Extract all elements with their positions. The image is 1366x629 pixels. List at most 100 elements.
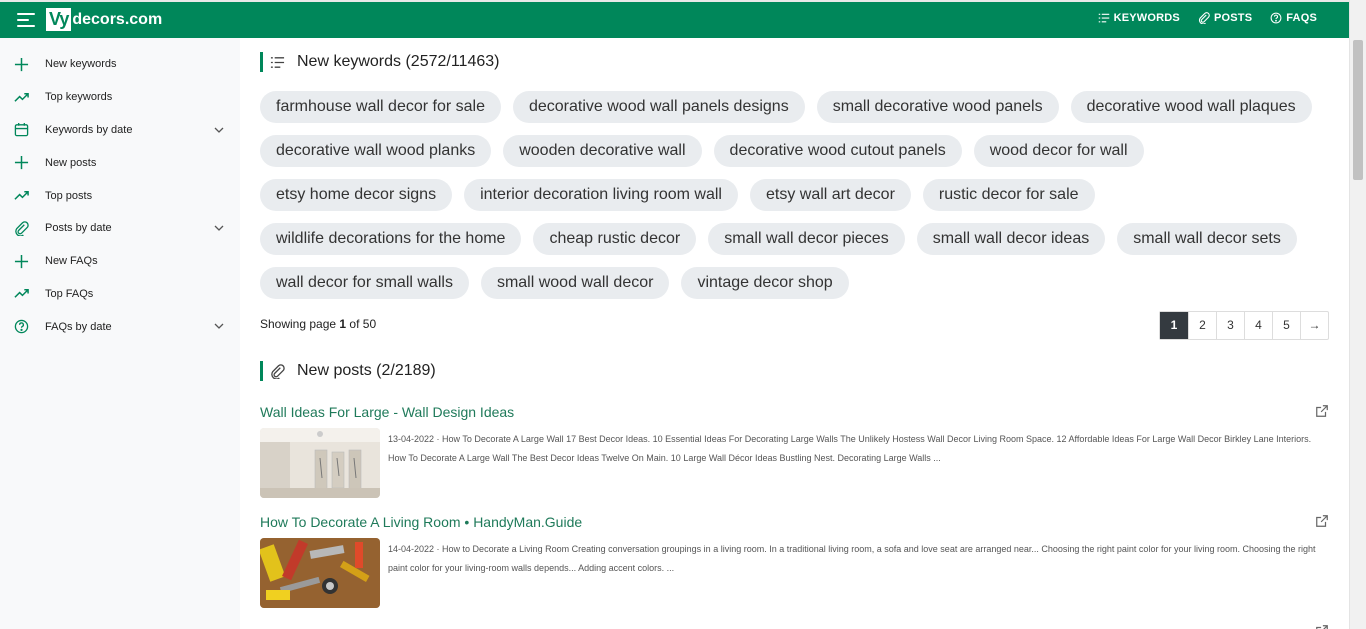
sidebar-item-label: Top FAQs (45, 287, 94, 300)
keyword-chip[interactable]: wall decor for small walls (260, 267, 469, 299)
sidebar-item-label: Posts by date (45, 222, 112, 235)
page-button-5[interactable]: 5 (1272, 312, 1300, 339)
nav-faqs-link[interactable]: FAQS (1270, 12, 1317, 24)
question-circle-icon (1270, 12, 1282, 24)
sidebar-item-top-posts[interactable]: Top posts (0, 179, 240, 212)
top-nav-links: KEYWORDS POSTS FAQS (1098, 12, 1317, 24)
post-excerpt-text: How to Decorate a Living Room Creating c… (388, 544, 1316, 573)
keyword-chip[interactable]: wooden decorative wall (503, 135, 702, 167)
post-title-link[interactable]: Wall Ideas For Large - Wall Design Ideas (260, 404, 1329, 420)
trending-up-icon (13, 89, 29, 105)
section-accent-bar (260, 361, 263, 381)
keyword-chip[interactable]: decorative wood wall panels designs (512, 91, 805, 123)
paperclip-icon (1198, 12, 1210, 24)
pagination-status: Showing page 1 of 50 (260, 317, 376, 331)
nav-posts-link[interactable]: POSTS (1198, 12, 1252, 24)
scrollbar-thumb[interactable] (1353, 40, 1363, 180)
keyword-chip[interactable]: decorative wall wood planks (260, 135, 492, 167)
external-link-icon[interactable] (1315, 624, 1329, 629)
keyword-chip[interactable]: wildlife decorations for the home (260, 223, 522, 255)
post-item: Wall Ideas For Large - Wall Design Ideas… (260, 404, 1329, 498)
plus-icon (13, 253, 29, 269)
post-excerpt: 13-04-2022 · How To Decorate A Large Wal… (388, 434, 1312, 463)
sidebar-item-label: New posts (45, 156, 97, 169)
main-content: New keywords (2572/11463) farmhouse wall… (240, 38, 1349, 629)
list-icon (270, 56, 285, 68)
sidebar-item-new-posts[interactable]: New posts (0, 146, 240, 179)
site-logo[interactable]: Vy decors.com (46, 8, 162, 31)
keyword-chip[interactable]: small wall decor sets (1117, 223, 1297, 255)
sidebar-item-posts-by-date[interactable]: Posts by date (0, 212, 240, 245)
post-excerpt-text: How To Decorate A Large Wall 17 Best Dec… (388, 434, 1312, 463)
chevron-down-icon[interactable] (214, 321, 224, 331)
posts-section-header: New posts (2/2189) (260, 361, 436, 381)
sidebar-item-top-faqs[interactable]: Top FAQs (0, 278, 240, 311)
section-accent-bar (260, 52, 263, 72)
post-item-partial (260, 624, 1329, 629)
paperclip-icon (13, 220, 29, 236)
chevron-down-icon[interactable] (214, 223, 224, 233)
keyword-chip[interactable]: etsy wall art decor (749, 179, 911, 211)
next-page-button[interactable]: → (1300, 312, 1328, 339)
keyword-chips: farmhouse wall decor for sale decorative… (260, 91, 1340, 299)
question-circle-icon (13, 319, 29, 335)
keywords-section-header: New keywords (2572/11463) (260, 52, 499, 72)
menu-icon[interactable] (17, 13, 35, 27)
nav-keywords-link[interactable]: KEYWORDS (1098, 12, 1180, 24)
keywords-section-title: New keywords (2572/11463) (297, 53, 500, 70)
keyword-chip[interactable]: vintage decor shop (681, 267, 849, 299)
page-button-4[interactable]: 4 (1244, 312, 1272, 339)
keyword-chip[interactable]: interior decoration living room wall (464, 179, 738, 211)
logo-text: decors.com (72, 10, 163, 28)
posts-section-title: New posts (2/2189) (297, 362, 436, 379)
keyword-chip[interactable]: decorative wood wall plaques (1070, 91, 1312, 123)
logo-mark: Vy (46, 8, 72, 31)
keyword-chip[interactable]: decorative wood cutout panels (713, 135, 962, 167)
sidebar-item-label: Top keywords (45, 91, 113, 104)
post-item: How To Decorate A Living Room • HandyMan… (260, 514, 1329, 608)
sidebar-item-new-faqs[interactable]: New FAQs (0, 245, 240, 278)
keyword-chip[interactable]: small wood wall decor (480, 267, 670, 299)
sidebar-item-new-keywords[interactable]: New keywords (0, 48, 240, 81)
keyword-chip[interactable]: small wall decor ideas (916, 223, 1106, 255)
post-date: 13-04-2022 (388, 434, 435, 444)
post-thumbnail[interactable] (260, 538, 380, 608)
calendar-icon (13, 122, 29, 138)
keyword-chip[interactable]: cheap rustic decor (533, 223, 697, 255)
keyword-chip[interactable]: farmhouse wall decor for sale (260, 91, 501, 123)
sidebar-item-label: Top posts (45, 189, 93, 202)
sidebar-item-label: Keywords by date (45, 123, 133, 136)
keyword-chip[interactable]: rustic decor for sale (922, 179, 1095, 211)
page-button-1[interactable]: 1 (1160, 312, 1188, 339)
sidebar-item-top-keywords[interactable]: Top keywords (0, 81, 240, 114)
external-link-icon[interactable] (1315, 404, 1329, 418)
paperclip-icon (271, 363, 285, 379)
sidebar-item-label: FAQs by date (45, 320, 112, 333)
plus-icon (13, 56, 29, 72)
nav-faqs-label: FAQS (1286, 12, 1317, 24)
showing-suffix: of 50 (346, 317, 377, 331)
top-navbar: Vy decors.com KEYWORDS POSTS FAQS (0, 0, 1349, 38)
sidebar-item-label: New FAQs (45, 255, 98, 268)
showing-prefix: Showing page (260, 317, 340, 331)
page-button-2[interactable]: 2 (1188, 312, 1216, 339)
keyword-chip[interactable]: small decorative wood panels (816, 91, 1059, 123)
sidebar-item-faqs-by-date[interactable]: FAQs by date (0, 310, 240, 343)
page-scrollbar[interactable] (1349, 0, 1366, 629)
keyword-chip[interactable]: wood decor for wall (973, 135, 1144, 167)
post-excerpt: 14-04-2022 · How to Decorate a Living Ro… (388, 544, 1316, 573)
sidebar: New keywords Top keywords Keywords by da… (0, 38, 240, 629)
plus-icon (13, 155, 29, 171)
trending-up-icon (13, 286, 29, 302)
page-button-3[interactable]: 3 (1216, 312, 1244, 339)
list-icon (1098, 13, 1109, 23)
post-thumbnail[interactable] (260, 428, 380, 498)
keyword-chip[interactable]: etsy home decor signs (260, 179, 453, 211)
post-title-link[interactable]: How To Decorate A Living Room • HandyMan… (260, 514, 1329, 530)
sidebar-item-keywords-by-date[interactable]: Keywords by date (0, 114, 240, 147)
keyword-chip[interactable]: small wall decor pieces (708, 223, 905, 255)
trending-up-icon (13, 188, 29, 204)
nav-posts-label: POSTS (1213, 12, 1253, 24)
chevron-down-icon[interactable] (214, 125, 224, 135)
external-link-icon[interactable] (1315, 514, 1329, 528)
